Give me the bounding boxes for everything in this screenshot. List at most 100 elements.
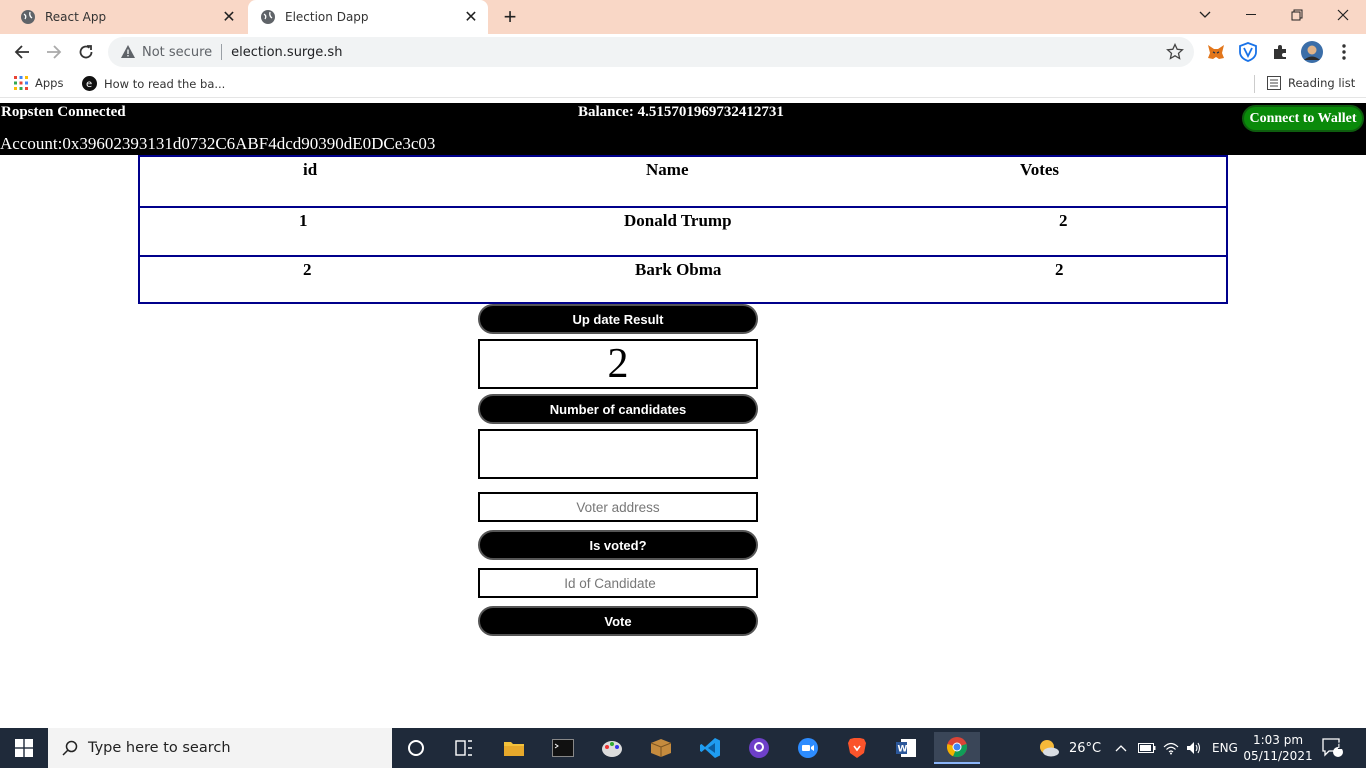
candidate-votes: 2: [1059, 211, 1068, 230]
tab-search-chevron-icon[interactable]: [1182, 0, 1228, 30]
bookmark-star-icon[interactable]: [1166, 42, 1184, 61]
network-status: Ropsten Connected: [1, 104, 126, 120]
site-favicon-icon: e: [82, 76, 97, 91]
table-row: 2 Bark Obma 2: [140, 255, 1226, 304]
browser-tabstrip: React App ✕ Election Dapp ✕ +: [0, 0, 1366, 34]
app-header: Ropsten Connected Balance: 4.51570196973…: [0, 103, 1366, 155]
svg-text:e: e: [86, 79, 92, 90]
url-text[interactable]: election.surge.sh: [231, 45, 342, 60]
forward-arrow-icon[interactable]: [42, 40, 66, 64]
number-of-candidates-button[interactable]: Number of candidates: [478, 394, 758, 424]
volume-icon[interactable]: [1186, 728, 1202, 768]
reload-icon[interactable]: [74, 40, 98, 64]
connect-wallet-button[interactable]: Connect to Wallet: [1242, 105, 1364, 132]
balance-text: Balance: 4.515701969732412731: [578, 104, 784, 120]
bookmark-label: How to read the ba...: [104, 76, 226, 91]
extensions-puzzle-icon[interactable]: [1270, 42, 1290, 62]
clock[interactable]: 1:03 pm 05/11/2021: [1243, 728, 1313, 768]
header-name: Name: [646, 160, 689, 179]
header-votes: Votes: [1020, 160, 1060, 179]
tab-react-app[interactable]: React App ✕: [8, 0, 246, 34]
battery-icon[interactable]: [1138, 728, 1156, 768]
tab-title: React App: [45, 10, 107, 24]
voter-address-field[interactable]: [478, 492, 758, 522]
bookmark-apps[interactable]: Apps: [14, 76, 63, 90]
wifi-icon[interactable]: [1163, 728, 1179, 768]
task-view-icon[interactable]: [444, 732, 484, 764]
candidates-number-output: [478, 429, 758, 479]
apps-grid-icon: [14, 76, 28, 90]
language-indicator[interactable]: ENG: [1212, 728, 1238, 768]
clock-time: 1:03 pm: [1252, 733, 1304, 747]
file-explorer-icon[interactable]: [494, 732, 534, 764]
clock-date: 05/11/2021: [1243, 749, 1313, 763]
new-tab-button[interactable]: +: [498, 4, 522, 29]
update-result-button[interactable]: Up date Result: [478, 304, 758, 334]
taskbar-search-box[interactable]: Type here to search: [48, 728, 392, 768]
table-header-row: id Name Votes: [140, 157, 1226, 206]
globe-icon: [260, 9, 276, 25]
word-icon[interactable]: W: [886, 732, 926, 764]
globe-icon: [20, 9, 36, 25]
chrome-icon[interactable]: [934, 732, 980, 764]
account-address: Account:0x39602393131d0732C6ABF4dcd90390…: [0, 134, 436, 153]
menu-kebab-icon[interactable]: [1334, 42, 1354, 62]
is-voted-button[interactable]: Is voted?: [478, 530, 758, 560]
cortana-icon[interactable]: [396, 732, 436, 764]
notification-count: 1: [1336, 742, 1344, 752]
candidates-table: id Name Votes 1 Donald Trump 2 2 Bark Ob…: [138, 155, 1228, 304]
candidate-id: 1: [299, 211, 308, 230]
voter-address-input[interactable]: [480, 494, 756, 520]
github-desktop-icon[interactable]: [739, 732, 779, 764]
search-placeholder: Type here to search: [88, 740, 231, 756]
windows-taskbar: Type here to search W 26°C ENG 1:03 pm 0…: [0, 728, 1366, 768]
header-id: id: [303, 160, 318, 179]
close-window-icon[interactable]: [1320, 0, 1366, 30]
terminal-icon[interactable]: [543, 732, 583, 764]
browser-toolbar: Not secure election.surge.sh: [0, 34, 1366, 70]
notifications-icon[interactable]: 1: [1322, 728, 1344, 768]
security-status[interactable]: Not secure: [142, 45, 212, 60]
bookmarks-divider: [1254, 75, 1255, 93]
close-tab-icon[interactable]: ✕: [218, 6, 240, 28]
candidate-id-input[interactable]: [480, 570, 756, 596]
zoom-icon[interactable]: [788, 732, 828, 764]
address-bar[interactable]: Not secure election.surge.sh: [108, 37, 1194, 67]
bookmark-how-to-read[interactable]: e How to read the ba...: [82, 76, 225, 91]
candidate-name: Bark Obma: [635, 260, 722, 279]
profile-avatar[interactable]: [1301, 41, 1323, 63]
shield-extension-icon[interactable]: [1238, 42, 1258, 62]
candidate-id: 2: [303, 260, 312, 279]
search-icon: [62, 740, 78, 756]
weather-temp: 26°C: [1069, 740, 1102, 756]
tab-title: Election Dapp: [285, 10, 369, 24]
windows-start-icon[interactable]: [0, 728, 48, 768]
paint-app-icon[interactable]: [592, 732, 632, 764]
minimize-icon[interactable]: [1228, 0, 1274, 30]
bookmark-label: Apps: [35, 76, 64, 90]
weather-widget[interactable]: 26°C: [1038, 728, 1101, 768]
tab-election-dapp[interactable]: Election Dapp ✕: [248, 0, 488, 34]
bookmarks-bar: Apps e How to read the ba... Reading lis…: [0, 70, 1366, 98]
package-box-icon[interactable]: [641, 732, 681, 764]
svg-text:W: W: [898, 745, 908, 755]
candidate-votes: 2: [1055, 260, 1064, 279]
restore-icon[interactable]: [1274, 0, 1320, 30]
close-tab-icon[interactable]: ✕: [460, 6, 482, 28]
metamask-extension-icon[interactable]: [1206, 42, 1226, 62]
reading-list-button[interactable]: Reading list: [1267, 76, 1355, 90]
candidate-count-display: 2: [478, 339, 758, 389]
brave-browser-icon[interactable]: [837, 732, 877, 764]
table-row: 1 Donald Trump 2: [140, 206, 1226, 255]
vscode-icon[interactable]: [690, 732, 730, 764]
reading-list-label: Reading list: [1288, 76, 1356, 90]
page-content: Ropsten Connected Balance: 4.51570196973…: [0, 103, 1366, 728]
vote-button[interactable]: Vote: [478, 606, 758, 636]
back-arrow-icon[interactable]: [10, 40, 34, 64]
partly-sunny-icon: [1040, 740, 1059, 757]
show-hidden-icons-chevron-icon[interactable]: [1115, 728, 1127, 768]
candidate-id-field[interactable]: [478, 568, 758, 598]
candidate-name: Donald Trump: [624, 211, 732, 230]
warning-icon[interactable]: [120, 44, 136, 60]
address-divider: [221, 44, 223, 60]
